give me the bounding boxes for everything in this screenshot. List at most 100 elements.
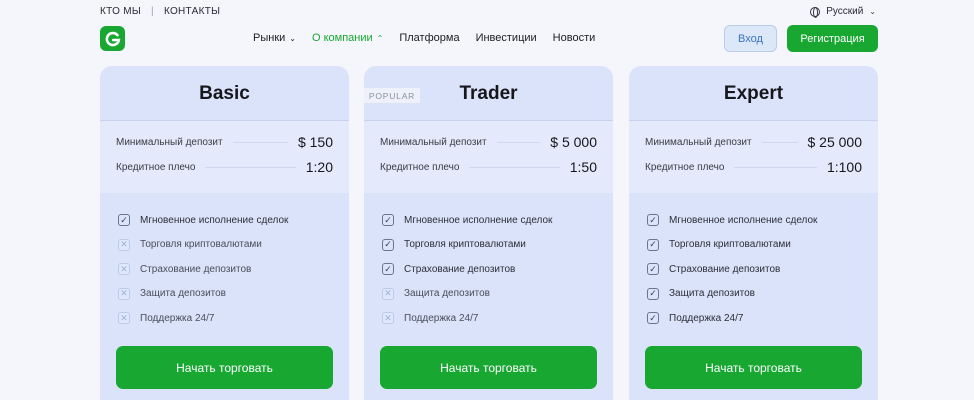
feature-label: Защита депозитов [669,288,755,300]
feature-item: ✓ Мгновенное исполнение сделок [647,208,817,233]
chevron-down-icon: ⌄ [869,7,876,16]
check-icon: ✓ [382,263,394,276]
feature-label: Страхование депозитов [669,263,781,275]
feature-label: Защита депозитов [140,288,226,300]
divider [761,141,798,143]
login-button[interactable]: Вход [724,25,777,52]
nav-item-label: О компании [311,32,373,44]
feature-item: ✓ Страхование депозитов [382,257,552,282]
feature-item: ✓ Поддержка 24/7 [647,306,817,331]
contacts-link[interactable]: КОНТАКТЫ [164,6,220,17]
divider [205,166,296,168]
leverage-label: Кредитное плечо [645,161,725,173]
feature-item: ✕ Защита депозитов [118,282,288,307]
feature-item: ✓ Мгновенное исполнение сделок [118,208,288,233]
chevron-up-icon: ⌃ [376,33,384,43]
cross-icon: ✕ [382,312,394,325]
feature-item: ✕ Поддержка 24/7 [382,306,552,331]
feature-label: Поддержка 24/7 [669,312,744,324]
feature-label: Защита депозитов [404,288,490,300]
feature-item: ✕ Защита депозитов [382,282,552,307]
feature-item: ✕ Страхование депозитов [118,257,288,282]
check-icon: ✓ [647,214,659,227]
min-deposit-label: Минимальный депозит [645,136,752,148]
plan-title: Basic [199,83,250,104]
nav-item-about-company[interactable]: О компании ⌃ [312,32,383,44]
check-icon: ✓ [382,238,394,251]
nav-item-news[interactable]: Новости [553,32,596,44]
check-icon: ✓ [647,287,659,300]
language-label: Русский [826,6,864,17]
leverage-row: Кредитное плечо 1:50 [380,158,597,176]
feature-label: Мгновенное исполнение сделок [140,214,289,226]
nav-item-markets[interactable]: Рынки ⌄ [253,32,296,44]
check-icon: ✓ [118,214,130,227]
chevron-down-icon: ⌄ [289,33,296,43]
start-trading-button[interactable]: Начать торговать [645,346,862,389]
feature-item: ✓ Торговля криптовалютами [382,233,552,258]
min-deposit-row: Минимальный депозит $ 25 000 [645,133,862,151]
feature-label: Торговля криптовалютами [140,239,262,251]
logo[interactable] [100,26,125,51]
check-icon: ✓ [647,263,659,276]
check-icon: ✓ [382,214,394,227]
top-links-separator: | [151,6,154,17]
leverage-label: Кредитное плечо [380,161,460,173]
leverage-value: 1:100 [826,159,862,175]
feature-label: Торговля криптовалютами [669,239,791,251]
feature-list: ✓ Мгновенное исполнение сделок ✓ Торговля … [647,208,817,331]
register-button[interactable]: Регистрация [787,25,878,52]
feature-item: ✓ Торговля криптовалютами [647,233,817,258]
feature-label: Торговля криптовалютами [404,239,526,251]
feature-item: ✕ Торговля криптовалютами [118,233,288,258]
leverage-value: 1:20 [305,159,333,175]
feature-item: ✓ Защита депозитов [647,282,817,307]
leverage-row: Кредитное плечо 1:100 [645,158,862,176]
nav-item-label: Новости [552,32,596,44]
plan-card-basic: Basic Минимальный депозит $ 150 Кредитно… [100,66,349,400]
leverage-label: Кредитное плечо [116,161,196,173]
start-trading-button[interactable]: Начать торговать [380,346,597,389]
min-deposit-value: $ 150 [297,134,333,150]
feature-label: Страхование депозитов [140,263,252,275]
min-deposit-row: Минимальный депозит $ 150 [116,133,333,151]
min-deposit-row: Минимальный депозит $ 5 000 [380,133,597,151]
globe-icon [810,6,821,18]
feature-item: ✓ Страхование депозитов [647,257,817,282]
nav-item-platform[interactable]: Платформа [399,32,459,44]
feature-label: Мгновенное исполнение сделок [669,214,818,226]
divider [232,141,288,143]
leverage-value: 1:50 [569,159,597,175]
feature-list: ✓ Мгновенное исполнение сделок ✓ Торговля … [382,208,552,331]
feature-label: Поддержка 24/7 [404,312,479,324]
feature-label: Поддержка 24/7 [140,312,215,324]
cross-icon: ✕ [118,238,130,251]
nav-item-label: Рынки [253,32,286,44]
feature-label: Мгновенное исполнение сделок [404,214,553,226]
min-deposit-value: $ 25 000 [807,134,863,150]
about-link[interactable]: КТО МЫ [100,6,141,17]
cross-icon: ✕ [118,263,130,276]
check-icon: ✓ [647,238,659,251]
plan-stats: Минимальный депозит $ 150 Кредитное плеч… [100,121,349,193]
divider [469,166,560,168]
min-deposit-label: Минимальный депозит [380,136,487,148]
language-selector[interactable]: Русский ⌄ [810,6,876,18]
divider [734,166,817,168]
plan-card-trader: POPULAR Trader Минимальный депозит $ 5 0… [364,66,613,400]
check-icon: ✓ [647,312,659,325]
nav-item-label: Платформа [399,32,460,44]
cross-icon: ✕ [118,312,130,325]
min-deposit-label: Минимальный депозит [116,136,223,148]
min-deposit-value: $ 5 000 [550,134,597,150]
feature-label: Страхование депозитов [404,263,516,275]
nav-item-investments[interactable]: Инвестиции [476,32,537,44]
cross-icon: ✕ [118,287,130,300]
main-nav: Рынки ⌄ О компании ⌃ Платформа Инвестици… [253,32,595,44]
divider [496,141,541,143]
cross-icon: ✕ [382,287,394,300]
feature-list: ✓ Мгновенное исполнение сделок ✕ Торговля … [118,208,288,331]
plan-stats: Минимальный депозит $ 25 000 Кредитное п… [629,121,878,193]
leverage-row: Кредитное плечо 1:20 [116,158,333,176]
start-trading-button[interactable]: Начать торговать [116,346,333,389]
